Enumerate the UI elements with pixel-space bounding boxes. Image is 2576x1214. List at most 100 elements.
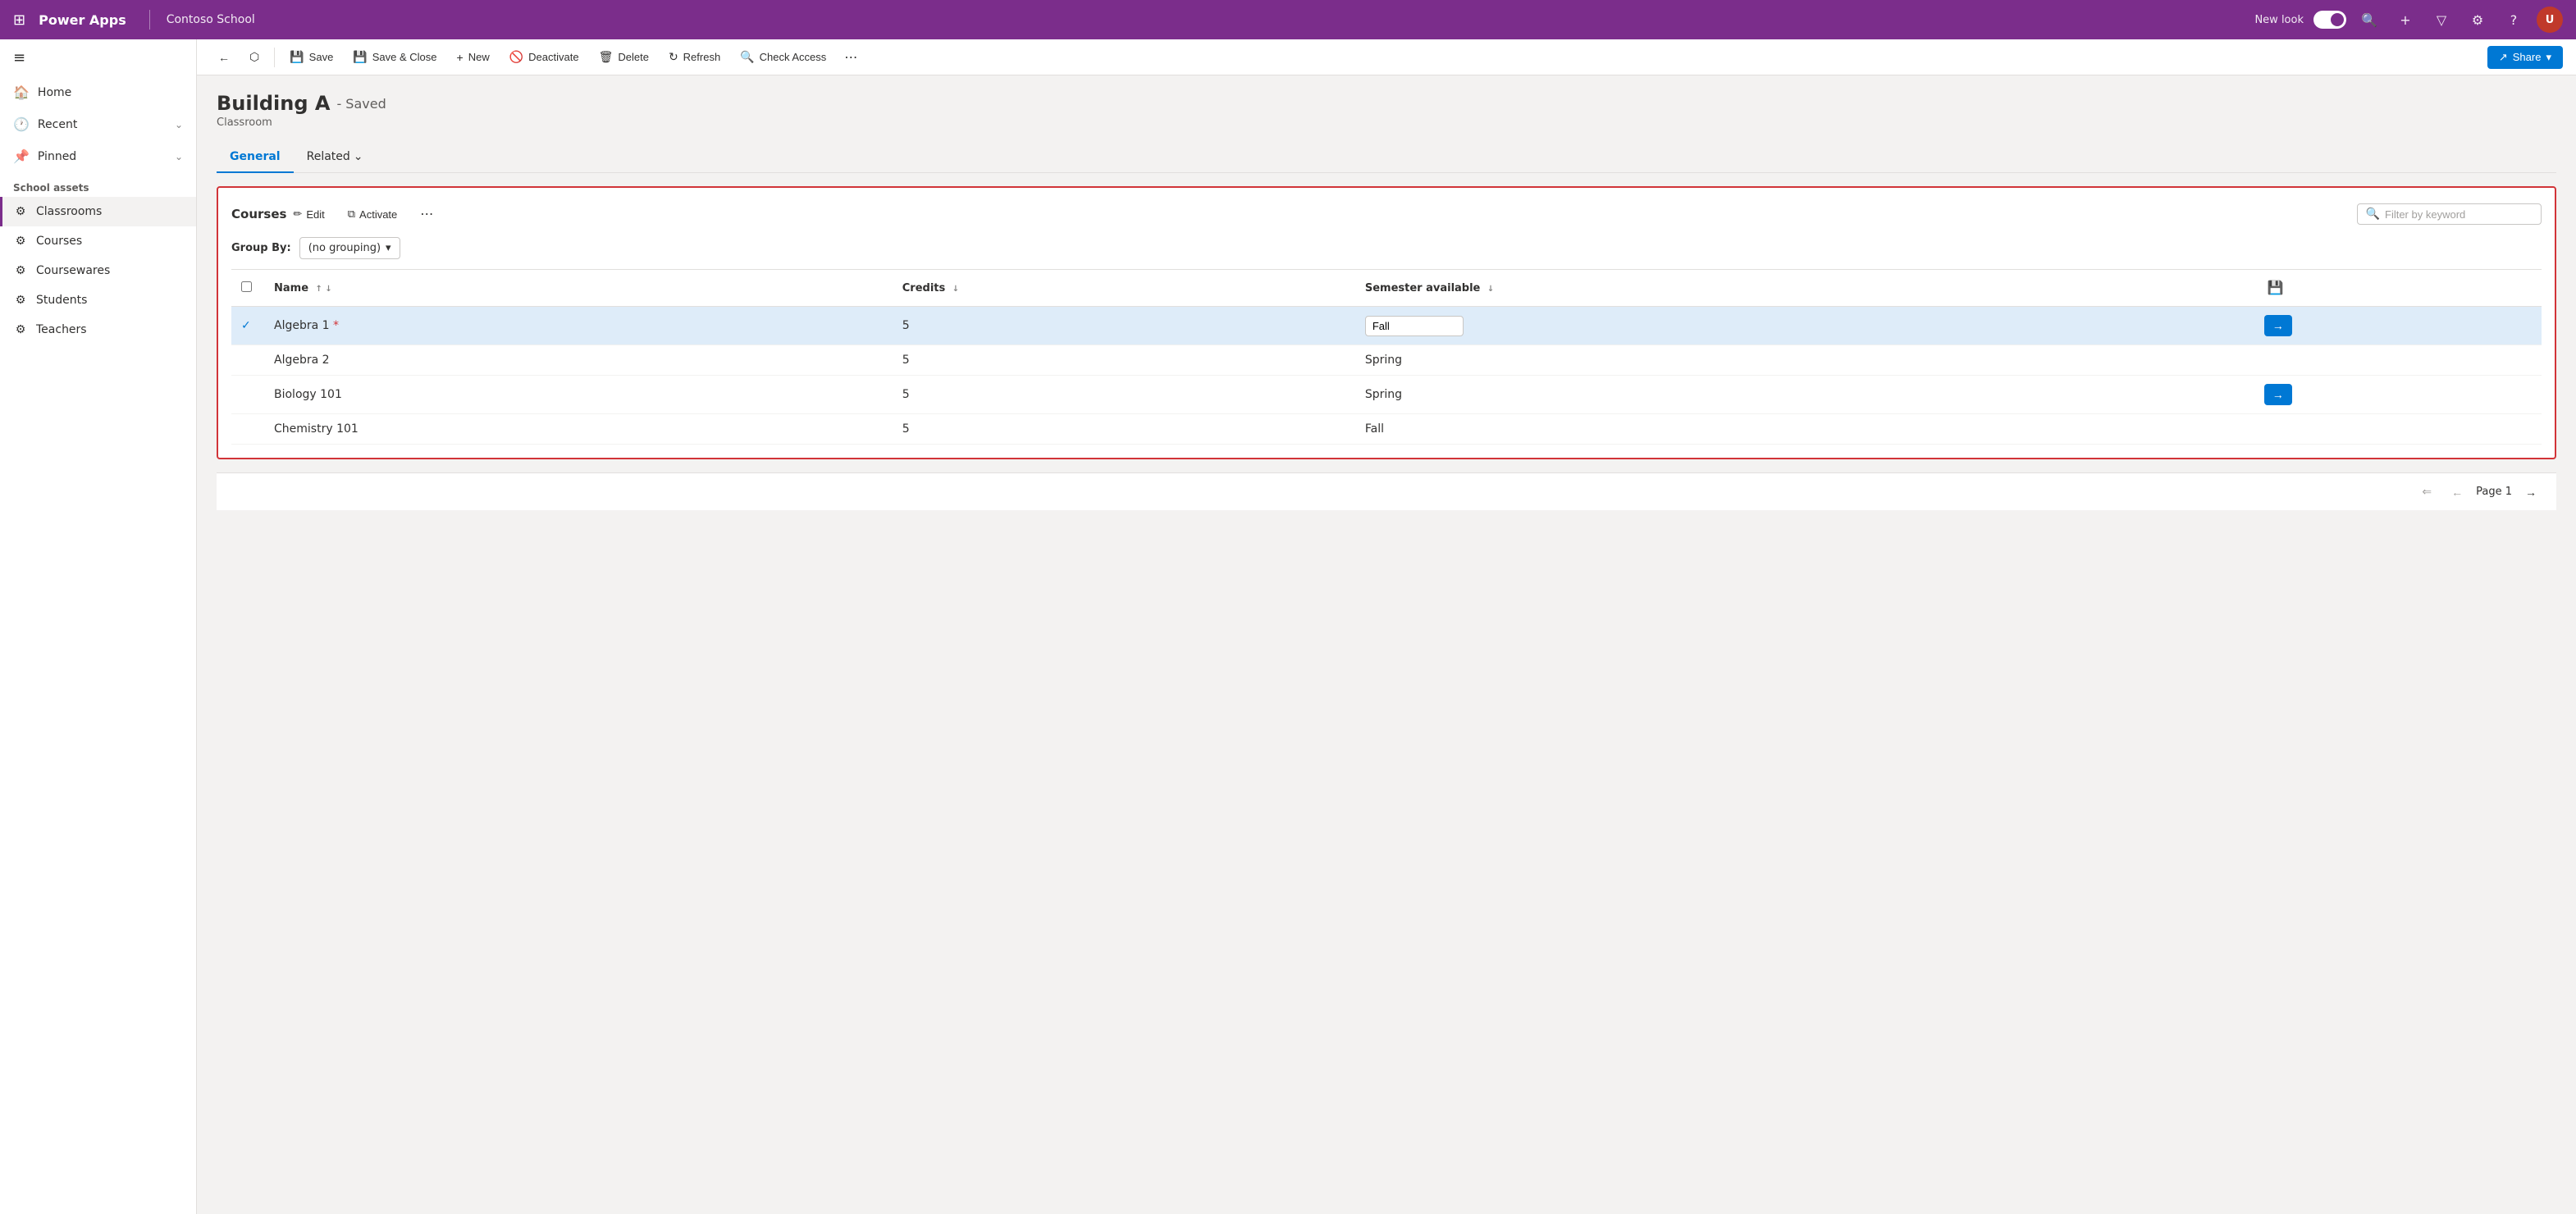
col-semester-label: Semester available — [1365, 282, 1481, 294]
share-chevron-icon: ▾ — [2546, 51, 2551, 64]
new-look-toggle[interactable] — [2313, 11, 2346, 29]
sidebar-item-classrooms[interactable]: ⚙ Classrooms — [0, 197, 196, 226]
refresh-button[interactable]: ↻ Refresh — [660, 45, 728, 69]
record-header: Building A - Saved Classroom — [217, 92, 2556, 129]
col-name[interactable]: Name ↑ ↓ — [264, 270, 893, 307]
deactivate-icon: 🚫 — [509, 50, 523, 64]
col-name-label: Name — [274, 282, 308, 294]
group-by-row: Group By: (no grouping) ▾ — [231, 237, 2542, 259]
record-name: Building A — [217, 92, 330, 115]
main-layout: ≡ 🏠 Home 🕐 Recent ⌄ 📌 Pinned ⌄ School as… — [0, 39, 2576, 1214]
row-arrow-algebra1: → — [2254, 307, 2542, 345]
tab-related[interactable]: Related ⌄ — [294, 142, 377, 173]
related-chevron-icon: ⌄ — [354, 150, 363, 163]
back-button[interactable]: ← — [210, 46, 238, 69]
delete-button[interactable]: 🗑 Delete — [591, 45, 657, 69]
sidebar-item-pinned[interactable]: 📌 Pinned ⌄ — [0, 140, 196, 172]
courses-more-button[interactable]: ⋯ — [413, 201, 440, 227]
col-credits[interactable]: Credits ↓ — [893, 270, 1355, 307]
filter-input[interactable] — [2385, 208, 2533, 221]
avatar[interactable]: U — [2537, 7, 2563, 33]
row-name-algebra2: Algebra 2 — [264, 345, 893, 376]
col-save: 💾 — [2254, 270, 2542, 307]
teachers-icon: ⚙ — [13, 322, 28, 337]
semester-input-algebra1[interactable] — [1365, 316, 1464, 336]
pinned-chevron-icon: ⌄ — [175, 151, 183, 162]
sidebar-item-courses[interactable]: ⚙ Courses — [0, 226, 196, 256]
record-area: Building A - Saved Classroom General Rel… — [197, 75, 2576, 1214]
courses-section: Courses ✏ Edit ⧉ Activate ⋯ 🔍 — [217, 186, 2556, 459]
sidebar-item-home[interactable]: 🏠 Home — [0, 76, 196, 108]
sidebar-item-classrooms-label: Classrooms — [36, 205, 102, 218]
activate-button[interactable]: ⧉ Activate — [341, 204, 404, 224]
save-close-label: Save & Close — [372, 51, 437, 63]
back-icon: ← — [218, 51, 230, 64]
delete-label: Delete — [618, 51, 649, 63]
prev-page-button[interactable]: ← — [2445, 482, 2469, 502]
page-label: Page 1 — [2476, 486, 2512, 498]
more-options-button[interactable]: ⋯ — [838, 44, 864, 71]
row-arrow-chemistry — [2254, 414, 2542, 445]
command-bar: ← ⬡ 💾 Save 💾 Save & Close + New 🚫 Deacti… — [197, 39, 2576, 75]
tabs: General Related ⌄ — [217, 142, 2556, 173]
new-button[interactable]: + New — [449, 46, 498, 69]
share-label: Share — [2513, 51, 2542, 63]
row-check-chemistry — [231, 414, 264, 445]
row-name-chemistry: Chemistry 101 — [264, 414, 893, 445]
new-icon: + — [457, 51, 464, 64]
sidebar-menu-button[interactable]: ≡ — [0, 39, 196, 76]
table-header-row: Name ↑ ↓ Credits ↓ Semester available ↓ — [231, 270, 2542, 307]
settings-icon[interactable]: ⚙ — [2464, 7, 2491, 33]
table-row: ✓ Algebra 1 * 5 → — [231, 307, 2542, 345]
save-label: Save — [309, 51, 334, 63]
coursewares-icon: ⚙ — [13, 263, 28, 278]
save-close-button[interactable]: 💾 Save & Close — [345, 45, 445, 69]
help-icon[interactable]: ? — [2501, 7, 2527, 33]
filter-input-wrapper: 🔍 — [2357, 203, 2542, 225]
name-sort-icons: ↑ ↓ — [316, 285, 332, 294]
group-by-chevron-icon: ▾ — [386, 242, 391, 254]
org-name: Contoso School — [167, 13, 255, 26]
row-semester-chemistry: Fall — [1355, 414, 2254, 445]
row-credits-chemistry: 5 — [893, 414, 1355, 445]
filter-icon[interactable]: ▽ — [2428, 7, 2455, 33]
record-title: Building A - Saved — [217, 92, 2556, 115]
table-row: Algebra 2 5 Spring — [231, 345, 2542, 376]
activate-label: Activate — [359, 208, 397, 221]
row-semester-algebra1 — [1355, 307, 2254, 345]
edit-button[interactable]: ✏ Edit — [286, 204, 331, 224]
deactivate-button[interactable]: 🚫 Deactivate — [501, 45, 587, 69]
add-icon[interactable]: + — [2392, 7, 2418, 33]
col-semester[interactable]: Semester available ↓ — [1355, 270, 2254, 307]
waffle-icon[interactable]: ⊞ — [13, 11, 25, 29]
check-access-button[interactable]: 🔍 Check Access — [732, 45, 834, 69]
select-all-checkbox[interactable] — [241, 281, 252, 292]
search-icon[interactable]: 🔍 — [2356, 7, 2382, 33]
sidebar-item-coursewares[interactable]: ⚙ Coursewares — [0, 256, 196, 285]
sidebar-item-coursewares-label: Coursewares — [36, 264, 110, 277]
sidebar-section-title: School assets — [0, 172, 196, 197]
group-by-select[interactable]: (no grouping) ▾ — [299, 237, 400, 259]
table-save-button[interactable]: 💾 — [2264, 276, 2287, 299]
sidebar-item-recent[interactable]: 🕐 Recent ⌄ — [0, 108, 196, 140]
save-button[interactable]: 💾 Save — [281, 45, 341, 69]
tab-general[interactable]: General — [217, 142, 294, 173]
delete-icon: 🗑 — [599, 50, 614, 64]
navigate-button-biology[interactable]: → — [2264, 384, 2292, 405]
share-button[interactable]: ↗ Share ▾ — [2487, 46, 2563, 69]
first-page-button[interactable]: ⇐ — [2415, 481, 2438, 502]
sidebar-item-teachers[interactable]: ⚙ Teachers — [0, 315, 196, 345]
deactivate-label: Deactivate — [528, 51, 578, 63]
row-semester-algebra2: Spring — [1355, 345, 2254, 376]
navigate-button-algebra1[interactable]: → — [2264, 315, 2292, 336]
open-button[interactable]: ⬡ — [241, 45, 267, 69]
check-access-icon: 🔍 — [740, 50, 754, 64]
sidebar: ≡ 🏠 Home 🕐 Recent ⌄ 📌 Pinned ⌄ School as… — [0, 39, 197, 1214]
check-access-label: Check Access — [760, 51, 827, 63]
pagination: ⇐ ← Page 1 → — [217, 472, 2556, 510]
sidebar-item-pinned-label: Pinned — [38, 150, 76, 163]
sidebar-item-recent-label: Recent — [38, 118, 77, 131]
next-page-button[interactable]: → — [2519, 482, 2543, 502]
sidebar-item-students[interactable]: ⚙ Students — [0, 285, 196, 315]
row-name-algebra1: Algebra 1 * — [264, 307, 893, 345]
